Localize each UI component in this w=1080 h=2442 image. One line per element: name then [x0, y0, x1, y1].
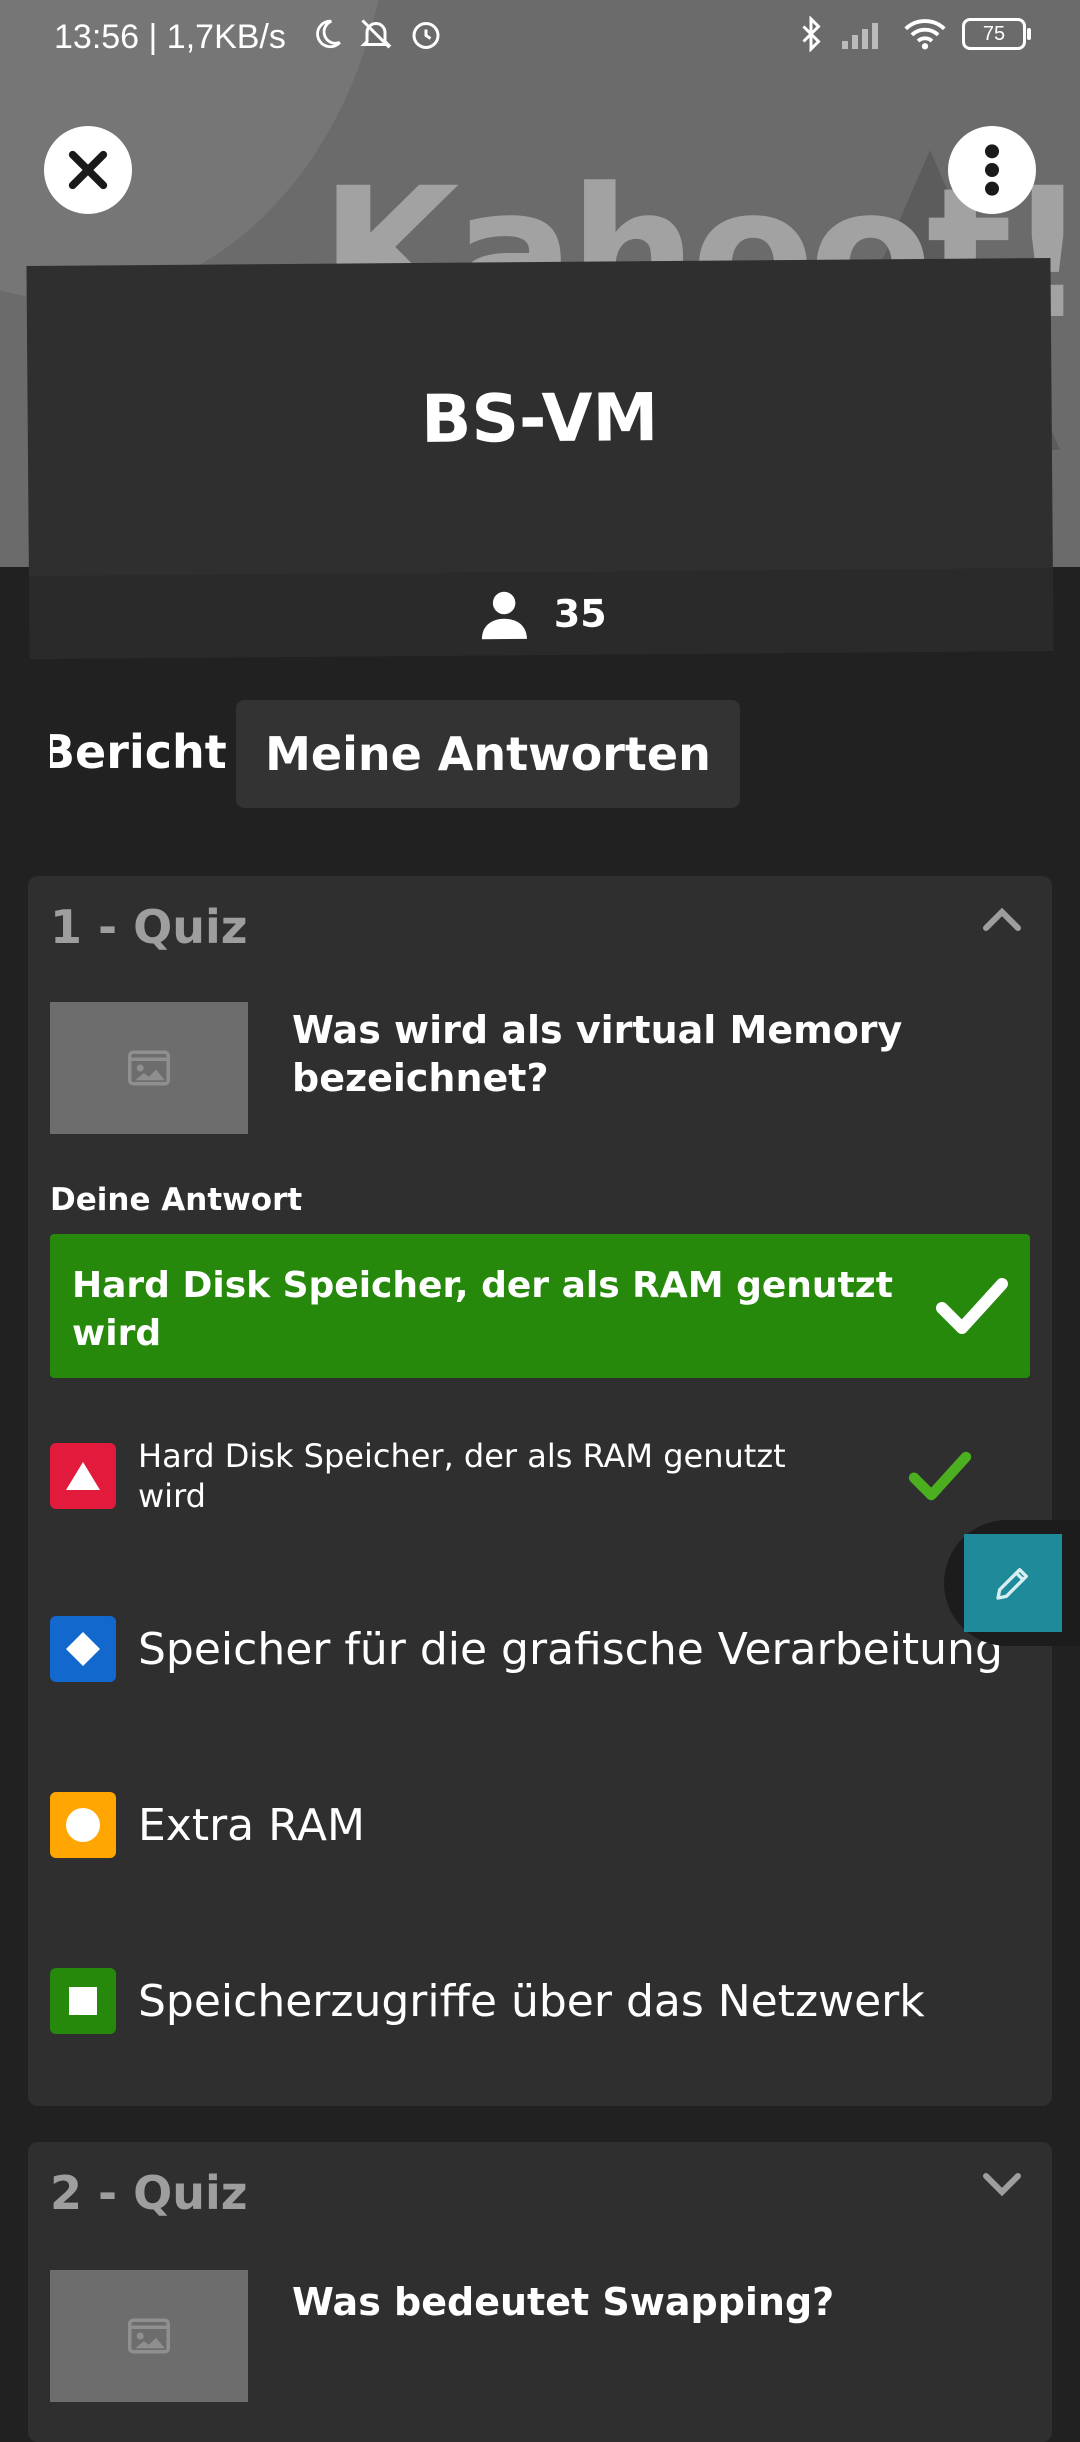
close-icon — [68, 150, 108, 190]
answer-option-label: Speicher für die grafische Verarbeitung — [138, 1623, 1003, 1675]
checkmark-icon — [936, 1276, 1008, 1341]
battery-indicator: 75 — [962, 18, 1031, 50]
chevron-up-icon — [983, 907, 1021, 931]
answer-option-1: Hard Disk Speicher, der als RAM genutzt … — [50, 1436, 1010, 1516]
wifi-icon — [904, 19, 946, 50]
status-time: 13:56 | 1,7KB/s — [54, 18, 286, 56]
player-count: 35 — [553, 590, 607, 636]
question-image-placeholder — [50, 2270, 248, 2402]
tab-report[interactable]: Bericht — [50, 725, 227, 779]
image-icon — [128, 2318, 170, 2354]
your-answer-box: Hard Disk Speicher, der als RAM genutzt … — [50, 1234, 1030, 1378]
more-vertical-icon — [985, 144, 999, 196]
edit-button[interactable] — [944, 1520, 1080, 1646]
kahoot-title: BS-VM — [420, 379, 659, 458]
answer-option-3: Extra RAM — [50, 1792, 1010, 1858]
question-text: Was bedeutet Swapping? — [292, 2280, 835, 2324]
kahoot-title-card: BS-VM 35 — [26, 257, 1054, 660]
person-icon — [481, 591, 527, 639]
moon-icon — [316, 19, 341, 49]
tab-my-answers[interactable]: Meine Antworten — [236, 700, 740, 808]
your-answer-text: Hard Disk Speicher, der als RAM genutzt … — [72, 1265, 893, 1354]
bluetooth-icon — [802, 16, 821, 52]
answer-option-2: Speicher für die grafische Verarbeitung — [50, 1616, 1010, 1682]
question-card-2[interactable]: 2 - Quiz Was bedeutet Swapping? — [28, 2142, 1052, 2442]
status-icons-right: 75 — [798, 16, 1031, 52]
players-row: 35 — [28, 567, 1054, 660]
your-answer-label: Deine Antwort — [50, 1182, 303, 1218]
close-button[interactable] — [44, 126, 132, 214]
tab-my-answers-label: Meine Antworten — [265, 727, 711, 781]
question-card-1: 1 - Quiz Was wird als virtual Memory bez… — [28, 876, 1052, 2106]
question-header: 1 - Quiz — [50, 900, 248, 954]
question-text: Was wird als virtual Memory bezeichnet? — [292, 1008, 903, 1100]
square-icon — [50, 1968, 116, 2034]
question-header: 2 - Quiz — [50, 2166, 248, 2220]
pencil-icon — [996, 1568, 1028, 1600]
more-options-button[interactable] — [948, 126, 1036, 214]
answer-option-label: Hard Disk Speicher, der als RAM genutzt … — [138, 1437, 786, 1515]
answer-option-label: Extra RAM — [138, 1799, 365, 1851]
status-icons-left — [310, 16, 444, 52]
edit-button-inner — [964, 1534, 1062, 1632]
answer-option-label: Speicherzugriffe über das Netzwerk — [138, 1975, 925, 2027]
alarm-icon — [412, 22, 440, 49]
chevron-down-icon — [983, 2173, 1021, 2197]
signal-icon — [842, 23, 878, 49]
question-image-placeholder — [50, 1002, 248, 1134]
bell-off-icon — [360, 19, 392, 49]
image-icon — [128, 1050, 170, 1086]
circle-icon — [50, 1792, 116, 1858]
answer-option-4: Speicherzugriffe über das Netzwerk — [50, 1968, 1010, 2034]
collapse-button[interactable] — [982, 906, 1022, 937]
expand-button[interactable] — [982, 2172, 1022, 2203]
triangle-icon — [50, 1443, 116, 1509]
status-bar: 13:56 | 1,7KB/s 75 — [0, 0, 1080, 80]
correct-check-icon — [908, 1451, 972, 1501]
diamond-icon — [50, 1616, 116, 1682]
